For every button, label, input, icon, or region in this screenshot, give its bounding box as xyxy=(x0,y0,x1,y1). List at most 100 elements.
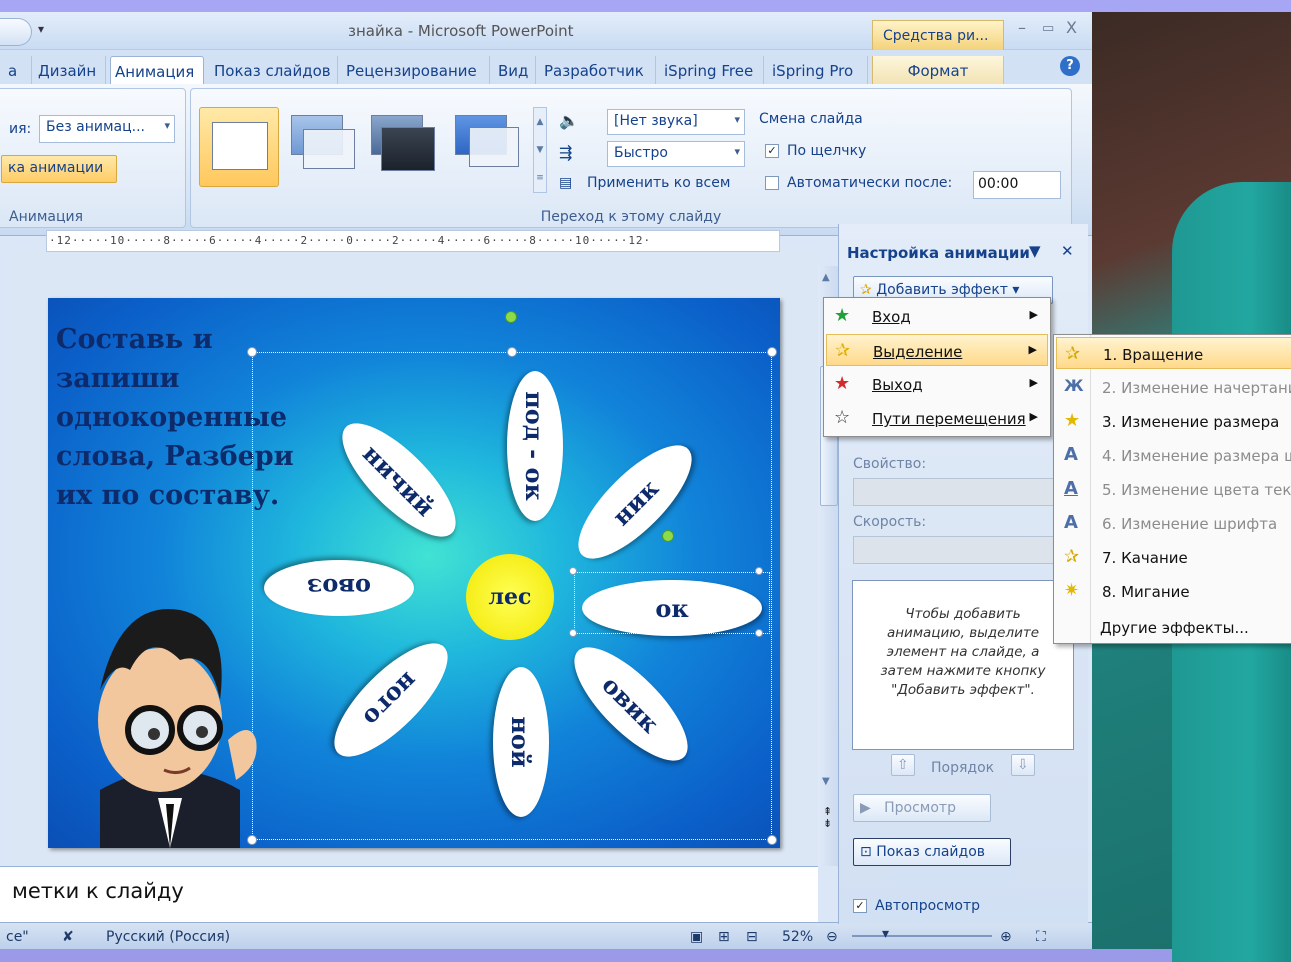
language-indicator[interactable]: Русский (Россия) xyxy=(106,929,230,945)
petal-handle[interactable] xyxy=(569,629,577,637)
slideshow-button[interactable]: ⊡ Показ слайдов xyxy=(853,838,1011,866)
custom-animation-button[interactable]: ка анимации xyxy=(1,155,117,183)
resize-handle[interactable] xyxy=(507,347,517,357)
add-effect-menu: ★ Вход ▶ ✰ Выделение ▶ ★ Выход ▶ ☆ Пути перемещ… xyxy=(823,297,1051,437)
emphasis-submenu: ✰ 1. Вращение Ж 2. Изменение начертани ★ 3.… xyxy=(1053,334,1291,644)
zoom-slider-thumb[interactable]: ▾ xyxy=(882,926,889,942)
speed-label: Скорость: xyxy=(853,514,927,530)
order-up-icon[interactable]: ⇧ xyxy=(891,754,915,776)
petal-handle[interactable] xyxy=(569,567,577,575)
quick-access-dropdown[interactable]: ▾ xyxy=(38,22,44,36)
autopreview-checkbox[interactable]: ✓ xyxy=(853,899,867,913)
petal-bottom[interactable]: ной xyxy=(493,667,549,817)
emphasis-change-font-size[interactable]: A 4. Изменение размера ш xyxy=(1056,439,1291,471)
on-click-option[interactable]: ✓ По щелчку xyxy=(765,143,866,159)
transition-fade-thumb[interactable] xyxy=(283,107,363,187)
autopreview-option[interactable]: ✓ Автопросмотр xyxy=(853,898,980,914)
auto-after-option[interactable]: Автоматически после: xyxy=(765,175,952,191)
pane-menu-icon[interactable]: ▼ xyxy=(1029,242,1041,260)
emphasis-grow-shrink[interactable]: ★ 3. Изменение размера xyxy=(1056,405,1291,437)
animation-group: ия: Без анимац... ка анимации Анимация xyxy=(0,88,186,228)
tab-developer[interactable]: Разработчик xyxy=(540,56,656,84)
office-button[interactable] xyxy=(0,18,32,46)
spellcheck-icon[interactable]: ✘ xyxy=(62,929,74,945)
status-bar: се" ✘ Русский (Россия) ▣ ⊞ ⊟ 52% ⊖ ▾ ⊕ ⛶ xyxy=(0,922,1092,949)
zoom-out-icon[interactable]: ⊖ xyxy=(826,929,838,945)
pane-title: Настройка анимации xyxy=(847,244,1030,262)
emphasis-change-font-style[interactable]: Ж 2. Изменение начертани xyxy=(1056,371,1291,403)
speed-dropdown[interactable]: Быстро xyxy=(607,141,745,167)
emphasis-teeter[interactable]: ✰ 7. Качание xyxy=(1056,541,1291,573)
auto-after-time-input[interactable]: 00:00 xyxy=(973,171,1061,199)
order-down-icon[interactable]: ⇩ xyxy=(1011,754,1035,776)
emphasis-change-font[interactable]: A 6. Изменение шрифта xyxy=(1056,507,1291,539)
normal-view-icon[interactable]: ▣ xyxy=(690,929,703,945)
tab-slideshow[interactable]: Показ слайдов xyxy=(210,56,338,84)
slide-canvas[interactable]: Составь и запиши однокоренные слова, Раз… xyxy=(48,298,780,848)
petal-handle[interactable] xyxy=(755,629,763,637)
preview-button[interactable]: ▶ Просмотр xyxy=(853,794,991,822)
tab-animation[interactable]: Анимация xyxy=(110,56,204,84)
slide-sorter-icon[interactable]: ⊞ xyxy=(718,929,730,945)
transition-dark-thumb[interactable] xyxy=(363,107,443,187)
animate-dropdown[interactable]: Без анимац... xyxy=(39,115,175,143)
resize-handle[interactable] xyxy=(767,835,777,845)
center-text: лес xyxy=(488,584,532,610)
submenu-arrow-icon: ▶ xyxy=(1029,308,1038,321)
help-icon[interactable]: ? xyxy=(1060,56,1080,76)
auto-after-checkbox[interactable] xyxy=(765,176,779,190)
transition-cut-thumb[interactable] xyxy=(447,107,527,187)
pane-close-icon[interactable]: ✕ xyxy=(1061,242,1074,260)
tab-ispring-pro[interactable]: iSpring Pro xyxy=(768,56,868,84)
petal-left[interactable]: овоз xyxy=(264,560,414,616)
pane-hint-box: Чтобы добавить анимацию, выделите элемен… xyxy=(852,580,1074,750)
petal-rotate-handle[interactable] xyxy=(662,530,674,542)
apply-to-all-button[interactable]: Применить ко всем xyxy=(587,175,730,191)
tab-ispring-free[interactable]: iSpring Free xyxy=(660,56,764,84)
on-click-checkbox[interactable]: ✓ xyxy=(765,144,779,158)
close-button[interactable]: X xyxy=(1066,18,1077,37)
tab-file[interactable]: а xyxy=(4,56,32,84)
tab-view[interactable]: Вид xyxy=(494,56,536,84)
petal-handle[interactable] xyxy=(755,567,763,575)
emphasis-more-effects[interactable]: Другие эффекты... xyxy=(1056,611,1291,643)
resize-handle[interactable] xyxy=(247,347,257,357)
menu-item-motion-paths[interactable]: ☆ Пути перемещения ▶ xyxy=(826,402,1048,434)
contextual-tab-header: Средства ри... xyxy=(872,20,1004,50)
notes-pane[interactable]: метки к слайду xyxy=(0,866,818,922)
zoom-in-icon[interactable]: ⊕ xyxy=(1000,929,1012,945)
scroll-up-icon[interactable]: ▲ xyxy=(822,272,830,283)
slideshow-label: Показ слайдов xyxy=(876,844,986,860)
zoom-slider[interactable] xyxy=(852,935,992,937)
minimize-button[interactable]: – xyxy=(1018,18,1026,37)
menu-item-entrance[interactable]: ★ Вход ▶ xyxy=(826,300,1048,332)
menu-item-exit[interactable]: ★ Выход ▶ xyxy=(826,368,1048,400)
slideshow-icon: ⊡ xyxy=(860,844,872,860)
sound-dropdown[interactable]: [Нет звука] xyxy=(607,109,745,135)
bold-italic-icon: Ж xyxy=(1064,376,1084,395)
tab-format[interactable]: Формат xyxy=(872,56,1004,84)
fit-slide-icon[interactable]: ⛶ xyxy=(1036,929,1046,945)
flower-center[interactable]: лес xyxy=(466,554,554,640)
tab-design[interactable]: Дизайн xyxy=(34,56,106,84)
emphasis-blink[interactable]: ✷ 8. Мигание xyxy=(1056,575,1291,607)
resize-handle[interactable] xyxy=(767,347,777,357)
speed-icon: ⇶ xyxy=(559,143,573,162)
transition-none-thumb[interactable] xyxy=(199,107,279,187)
gallery-scroll[interactable]: ▲ ▼ ≡ xyxy=(533,107,547,193)
petal-top[interactable]: под - ок xyxy=(507,371,563,521)
scroll-down-icon[interactable]: ▼ xyxy=(822,776,830,787)
menu-item-emphasis[interactable]: ✰ Выделение ▶ xyxy=(826,334,1048,366)
powerpoint-window: ▾ знайка - Microsoft PowerPoint Средства… xyxy=(0,12,1092,949)
teeter-star-icon: ✰ xyxy=(1064,546,1080,567)
maximize-button[interactable]: ▭ xyxy=(1042,21,1054,36)
zoom-level[interactable]: 52% xyxy=(782,929,813,945)
emphasis-change-font-color[interactable]: A 5. Изменение цвета текс xyxy=(1056,473,1291,505)
transition-group: ▲▼≡ 🔈 [Нет звука] ⇶ Быстро ▤ Применить к… xyxy=(190,88,1072,228)
rotate-handle[interactable] xyxy=(505,311,517,323)
prev-next-slide-icon[interactable]: ⇞ ⇟ xyxy=(823,806,832,830)
notes-placeholder: метки к слайду xyxy=(12,879,184,903)
emphasis-spin[interactable]: ✰ 1. Вращение xyxy=(1056,337,1291,369)
tab-review[interactable]: Рецензирование xyxy=(342,56,490,84)
slideshow-view-icon[interactable]: ⊟ xyxy=(746,929,758,945)
